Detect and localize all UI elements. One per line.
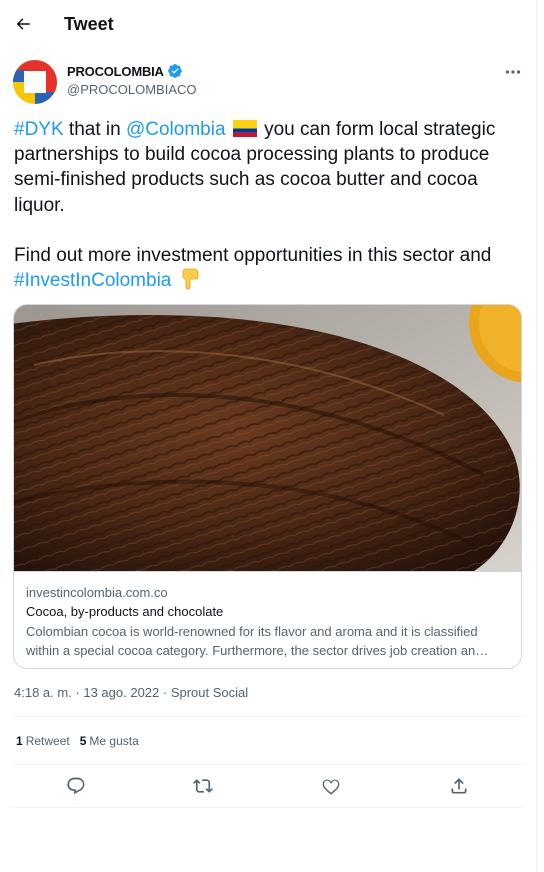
retweets-count: 1: [16, 734, 23, 748]
author-name-row[interactable]: PROCOLOMBIA: [67, 63, 183, 79]
mention-colombia-link[interactable]: @Colombia: [126, 119, 226, 140]
hashtag-investincolombia-link[interactable]: #InvestInColombia: [14, 270, 171, 291]
retweet-icon: [193, 779, 213, 793]
tweet-timestamp[interactable]: 4:18 a. m. · 13 ago. 2022 · Sprout Socia…: [14, 685, 248, 700]
share-icon: [451, 778, 467, 794]
likes-label: Me gusta: [89, 734, 139, 748]
likes-count: 5: [79, 734, 87, 748]
more-options-button[interactable]: [500, 60, 526, 84]
arrow-left-icon: [16, 18, 30, 30]
card-info: investincolombia.com.co Cocoa, by-produc…: [14, 571, 521, 668]
tweet-actions: [13, 772, 523, 800]
author-display-name[interactable]: PROCOLOMBIA: [67, 64, 164, 79]
retweets-stat[interactable]: 1 Retweet: [16, 734, 70, 748]
divider: [13, 716, 523, 717]
share-button[interactable]: [445, 772, 473, 800]
reply-icon: [67, 777, 85, 795]
avatar[interactable]: [13, 60, 57, 104]
more-horizontal-icon: [505, 70, 521, 74]
tweet-text: #DYK that in @Colombia you can form loca…: [14, 117, 529, 293]
link-preview-card[interactable]: investincolombia.com.co Cocoa, by-produc…: [13, 304, 522, 669]
divider: [13, 764, 523, 765]
tweet-stats: 1 Retweet 5 Me gusta: [16, 734, 139, 748]
hashtag-dyk-link[interactable]: #DYK: [14, 119, 64, 140]
like-button[interactable]: [317, 772, 345, 800]
card-domain: investincolombia.com.co: [26, 585, 168, 600]
tweet-text-part: Find out more investment opportunities i…: [14, 245, 492, 267]
likes-stat[interactable]: 5 Me gusta: [80, 734, 139, 748]
like-icon: [322, 779, 340, 795]
divider: [13, 807, 523, 808]
cocoa-pod-image: [14, 305, 521, 571]
pointing-down-emoji-icon: [182, 268, 199, 290]
page-header: Tweet: [0, 0, 537, 50]
retweet-button[interactable]: [189, 772, 217, 800]
tweet-text-part: that in: [63, 119, 126, 140]
tweet-page: Tweet PROCOLOMBIA @PROCOLOMBIACO #DYK th…: [0, 0, 537, 872]
verified-badge-icon: [167, 64, 182, 78]
page-title: Tweet: [64, 14, 114, 34]
card-description: Colombian cocoa is world-renowned for it…: [26, 624, 489, 658]
author-handle[interactable]: @PROCOLOMBIACO: [67, 82, 197, 97]
reply-button[interactable]: [62, 772, 90, 800]
procolombia-logo-icon: [13, 60, 57, 104]
colombia-flag-icon: [232, 120, 257, 137]
card-title: Cocoa, by-products and chocolate: [26, 604, 224, 619]
back-button[interactable]: [10, 10, 36, 38]
retweets-label: Retweet: [25, 734, 70, 748]
